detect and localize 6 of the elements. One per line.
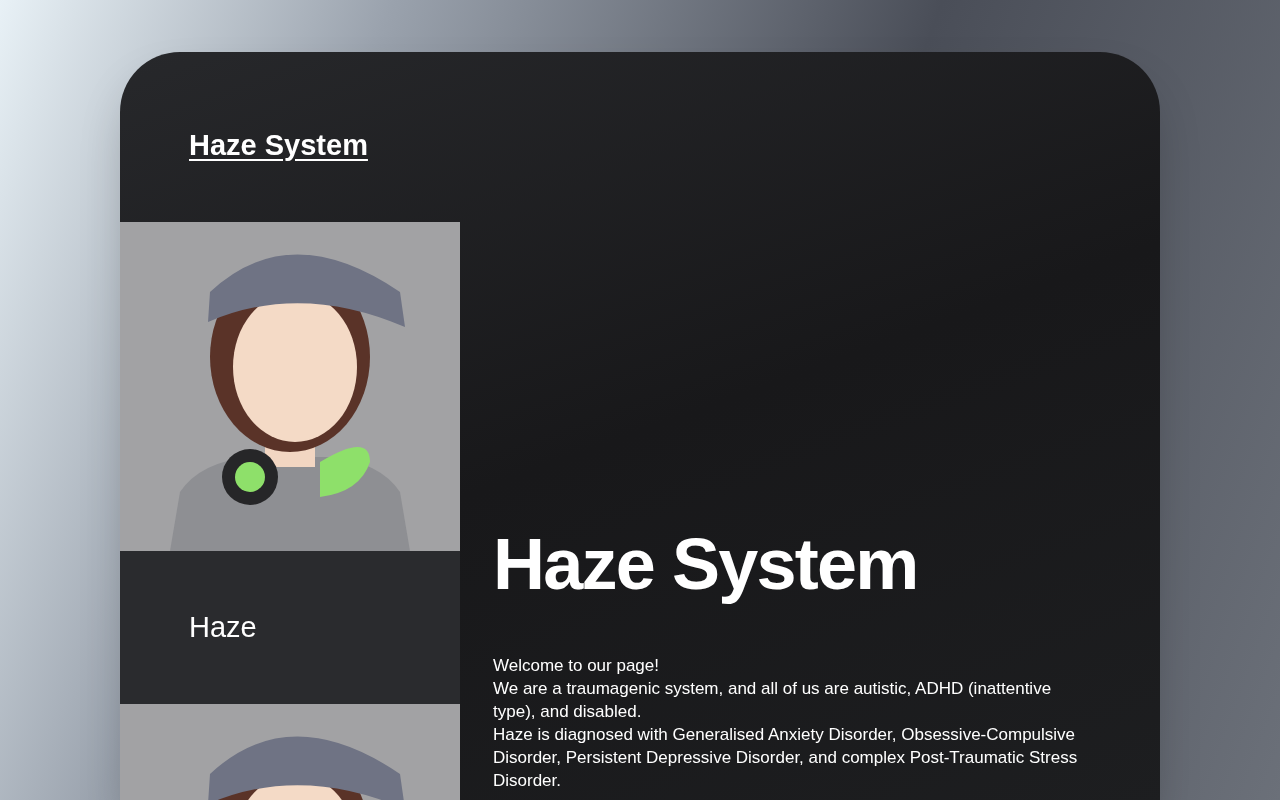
page-heading: Haze System [493, 525, 919, 605]
site-title-link[interactable]: Haze System [189, 129, 368, 161]
intro-text: We are a traumagenic system, and all of us are autistic, ADHD (inattentive type), and disabled. [493, 678, 1053, 724]
intro-text: Haze is diagnosed with Generalised Anxiety Disorder, Obsessive-Compulsive Disorder, Persistent Depressive Disorder, and complex Post-Traumatic Stress Disorder. [493, 724, 1079, 793]
intro-text: Welcome to our page! [493, 655, 660, 678]
member-name: Haze [189, 609, 257, 645]
